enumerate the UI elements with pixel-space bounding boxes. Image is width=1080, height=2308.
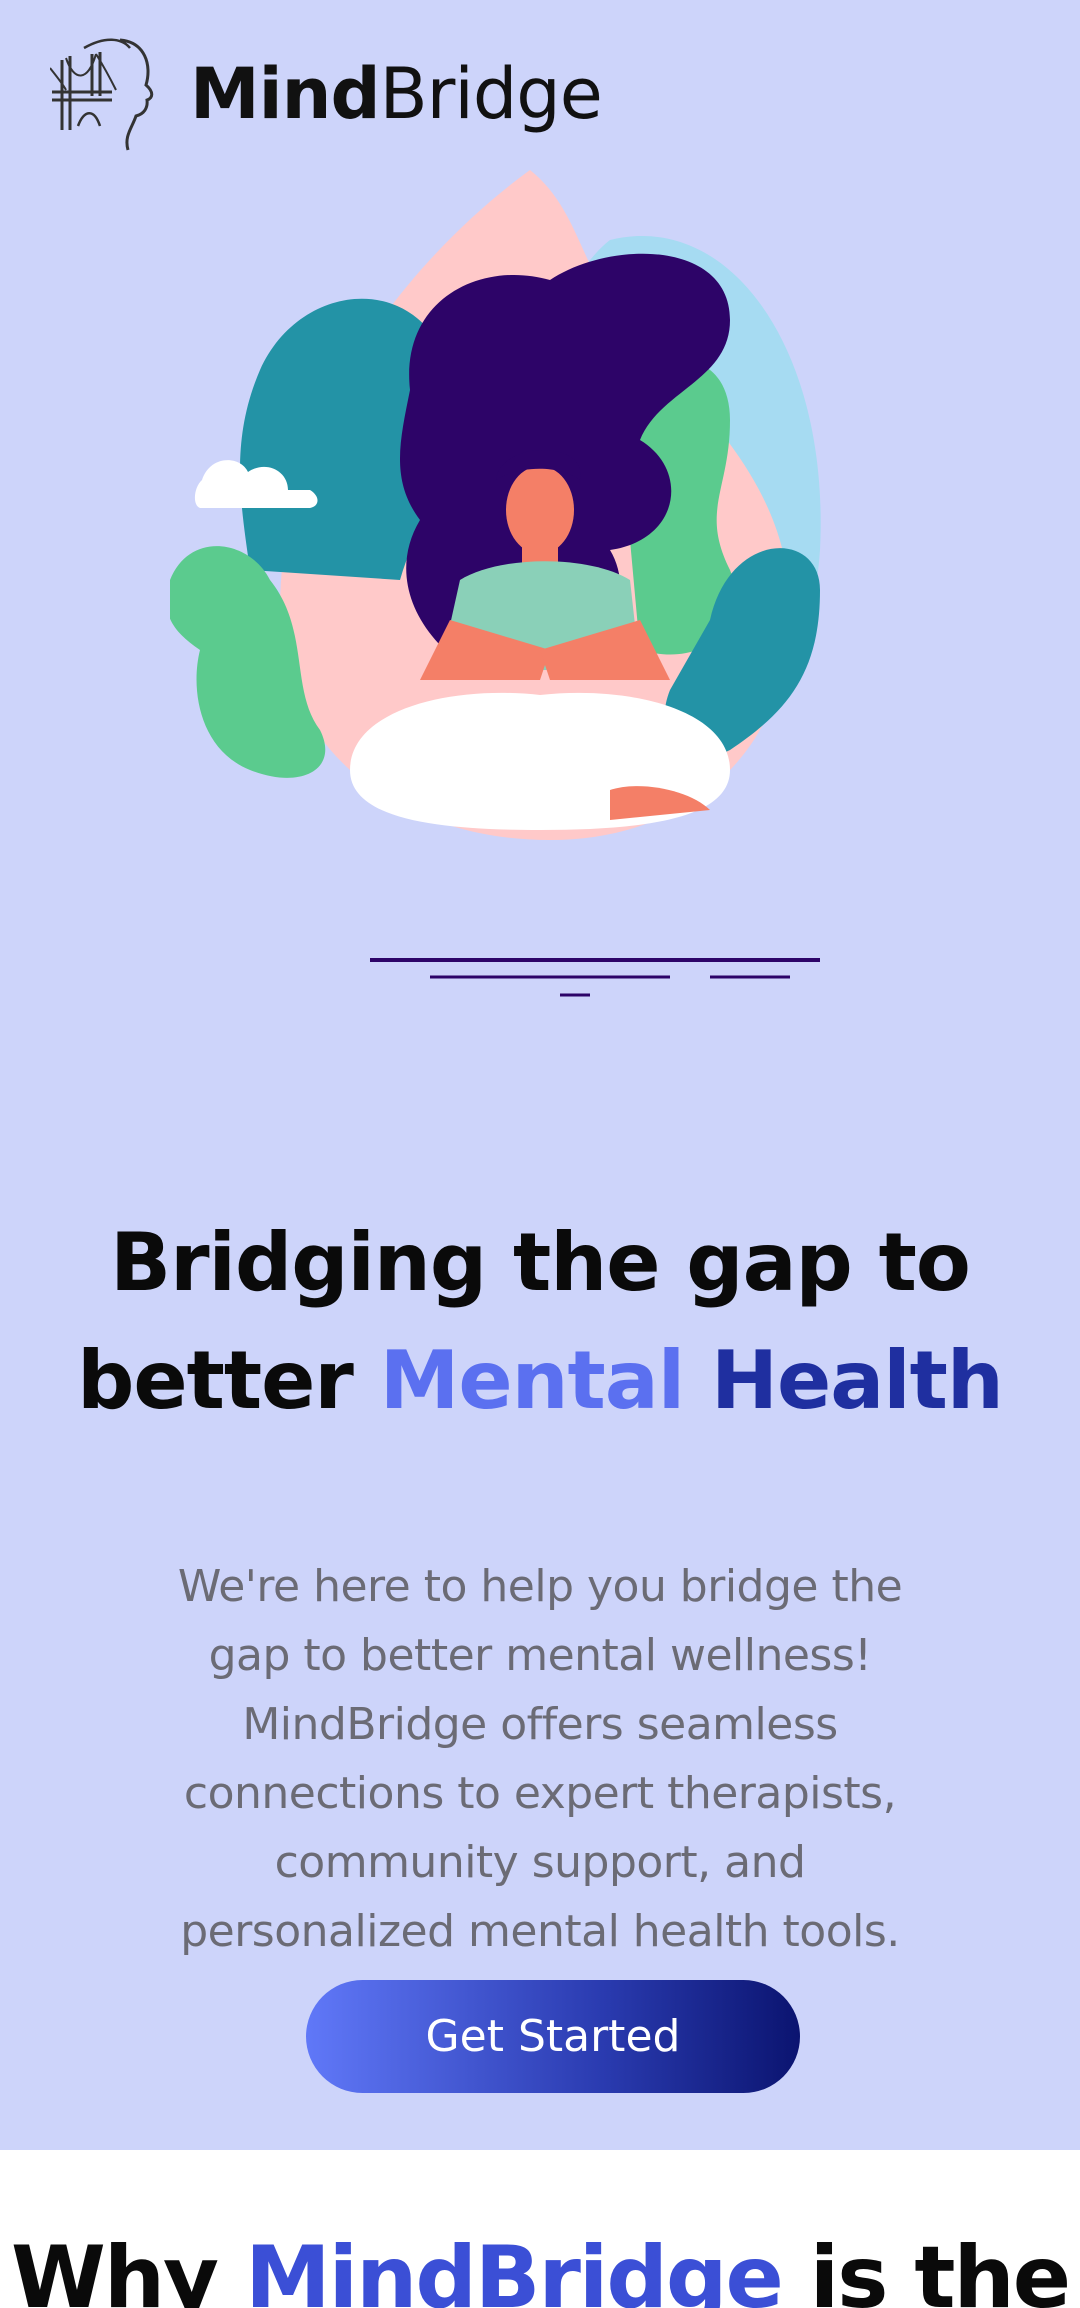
why-section: Why MindBridge is the — [0, 2150, 1080, 2308]
brand-name-bold: Mind — [190, 53, 381, 135]
why-title-brand: MindBridge — [245, 2228, 784, 2308]
hero-section: MindBridge Bridging the gap to better Me… — [0, 0, 1080, 2150]
brand-name-regular: Bridge — [379, 53, 603, 135]
why-title-suffix: is the — [809, 2228, 1071, 2308]
hero-headline: Bridging the gap to better Mental Health — [60, 1204, 1020, 1440]
headline-highlight-health: Health — [711, 1333, 1004, 1427]
get-started-button[interactable]: Get Started — [306, 1980, 800, 2093]
meditating-woman-illustration — [170, 170, 821, 997]
headline-highlight-mental: Mental — [379, 1333, 685, 1427]
why-section-title: Why MindBridge is the — [0, 2223, 1080, 2308]
brand-name: MindBridge — [190, 59, 603, 129]
hero-description: We're here to help you bridge the gap to… — [177, 1561, 903, 1957]
why-title-prefix: Why — [10, 2228, 219, 2308]
bridge-head-logo-icon — [50, 38, 154, 151]
brand-logo[interactable]: MindBridge — [50, 30, 603, 158]
